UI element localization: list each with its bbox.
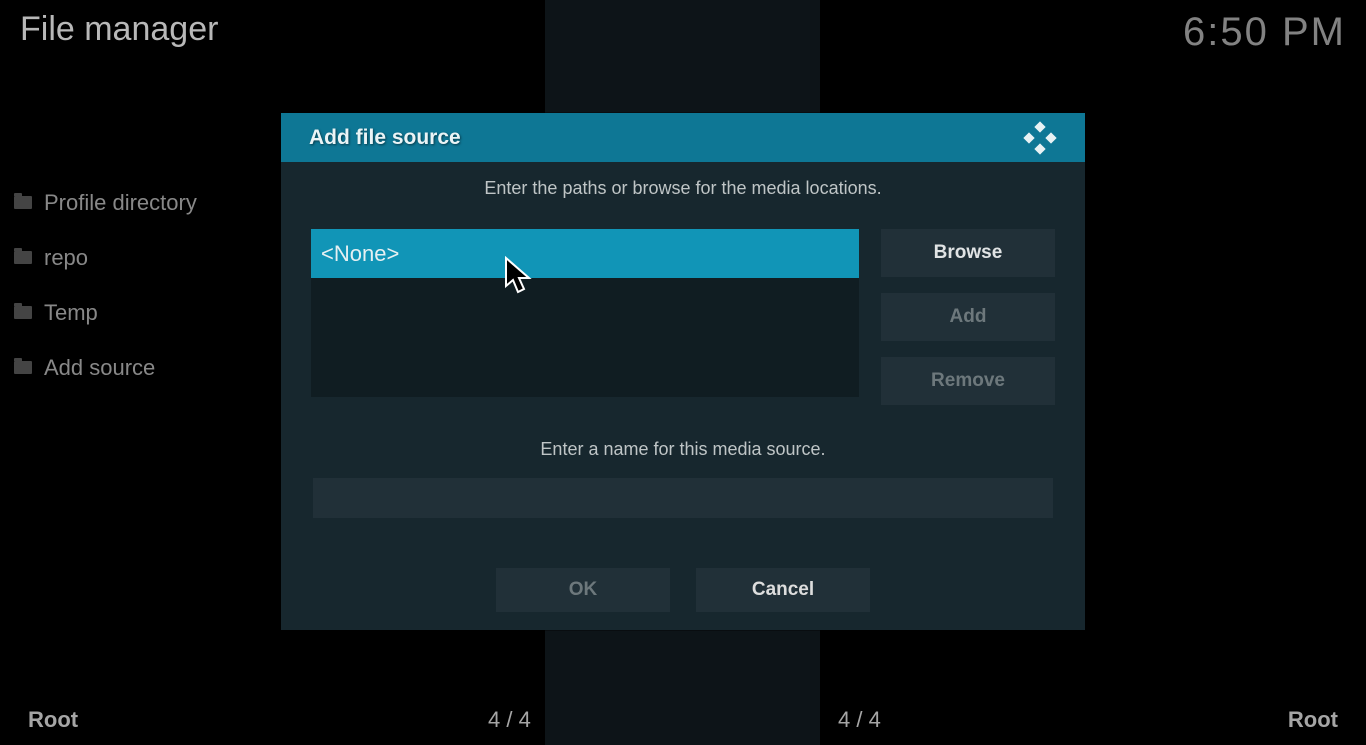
folder-icon (14, 251, 32, 264)
name-instruction: Enter a name for this media source. (281, 439, 1085, 460)
source-name-input[interactable] (313, 478, 1053, 518)
side-buttons: Browse Add Remove (881, 229, 1055, 405)
folder-icon (14, 361, 32, 374)
folder-icon (14, 306, 32, 319)
footer-right-count: 4 / 4 (838, 707, 881, 733)
clock: 6:50 PM (1183, 10, 1346, 55)
dialog-titlebar: Add file source (281, 113, 1085, 162)
footer-left-path: Root (28, 707, 78, 733)
add-file-source-dialog: Add file source Enter the paths or brows… (281, 113, 1085, 630)
dialog-title-text: Add file source (309, 126, 461, 150)
add-button[interactable]: Add (881, 293, 1055, 341)
list-item-label: Profile directory (44, 190, 197, 216)
paths-list: <None> (311, 229, 859, 397)
dialog-instruction: Enter the paths or browse for the media … (281, 178, 1085, 199)
footer-right-path: Root (1288, 707, 1338, 733)
ok-button[interactable]: OK (496, 568, 670, 612)
list-item-label: repo (44, 245, 88, 271)
folder-icon (14, 196, 32, 209)
list-item-label: Temp (44, 300, 98, 326)
browse-button[interactable]: Browse (881, 229, 1055, 277)
list-item-label: Add source (44, 355, 155, 381)
dialog-action-row: OK Cancel (281, 568, 1085, 612)
kodi-logo-icon (1023, 121, 1057, 155)
footer: Root 4 / 4 4 / 4 Root (0, 695, 1366, 745)
header: File manager 6:50 PM (0, 10, 1366, 55)
page-title: File manager (20, 10, 218, 55)
cancel-button[interactable]: Cancel (696, 568, 870, 612)
path-input-row[interactable]: <None> (311, 229, 859, 278)
remove-button[interactable]: Remove (881, 357, 1055, 405)
path-area: <None> Browse Add Remove (281, 229, 1085, 405)
footer-left-count: 4 / 4 (488, 707, 531, 733)
